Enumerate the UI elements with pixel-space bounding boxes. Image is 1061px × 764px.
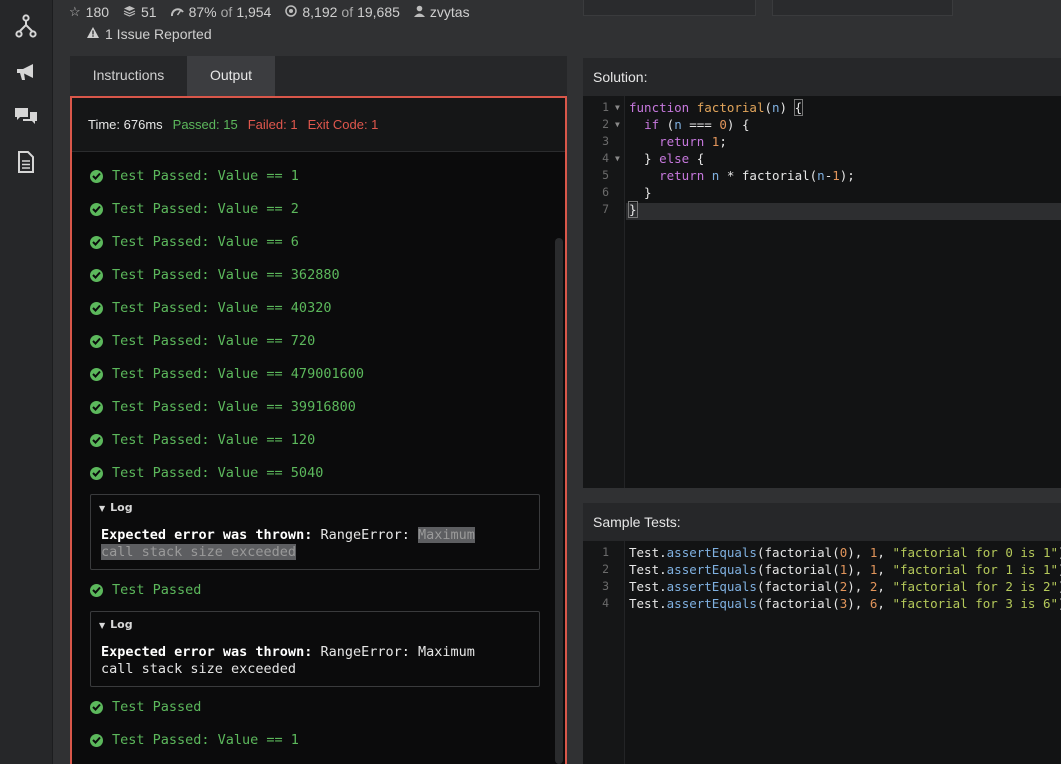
line-number: 2 <box>602 117 609 131</box>
layers-icon <box>123 5 136 20</box>
code-line: Test.assertEquals(factorial(0), 1, "fact… <box>629 545 1061 560</box>
log-message: Expected error was thrown: RangeError: M… <box>101 644 475 677</box>
check-circle-icon <box>90 733 103 747</box>
star-icon: ☆ <box>69 4 81 19</box>
top-panel-box <box>583 0 756 16</box>
log-block: ▼ Log Expected error was thrown: RangeErr… <box>90 494 540 570</box>
check-circle-icon <box>90 169 103 183</box>
line-number: 3 <box>602 134 609 148</box>
code-line: } <box>629 185 652 200</box>
code-line: return 1; <box>659 134 727 149</box>
test-result: Test Passed: Value == 1 <box>90 730 299 750</box>
line-number: 1 <box>602 545 609 559</box>
fold-arrow-icon[interactable]: ▼ <box>615 103 620 112</box>
document-icon[interactable] <box>14 150 38 174</box>
code-line: return n * factorial(n-1); <box>659 168 855 183</box>
line-number: 7 <box>602 202 609 216</box>
test-result: Test Passed: Value == 5040 <box>90 463 323 483</box>
line-number: 1 <box>602 100 609 114</box>
line-number: 5 <box>602 168 609 182</box>
check-circle-icon <box>90 400 103 414</box>
sample-tests-editor[interactable]: 1 2 3 4 Test.assertEquals(factorial(0), … <box>583 541 1061 764</box>
stars-stat[interactable]: ☆ 180 <box>69 4 109 20</box>
tab-instructions[interactable]: Instructions <box>70 56 187 96</box>
code-line: function factorial(n) { <box>629 99 804 116</box>
check-circle-icon <box>90 433 103 447</box>
caret-down-icon: ▼ <box>99 621 106 630</box>
check-circle-icon <box>90 466 103 480</box>
test-result: Test Passed: Value == 362880 <box>90 265 340 285</box>
top-panel-box <box>772 0 953 16</box>
solution-header: Solution: <box>583 58 1061 96</box>
test-result: Test Passed <box>90 697 201 717</box>
test-result: Test Passed <box>90 580 201 600</box>
output-tabs: Instructions Output <box>70 56 567 96</box>
failed-count: Failed: 1 <box>247 117 298 132</box>
exit-code: Exit Code: 1 <box>307 117 379 132</box>
output-summary: Time: 676ms Passed: 15 Failed: 1 Exit Co… <box>72 98 565 152</box>
check-circle-icon <box>90 367 103 381</box>
sample-tests-header: Sample Tests: <box>583 503 1061 541</box>
test-result: Test Passed: Value == 120 <box>90 430 315 450</box>
log-block: ▼ Log Expected error was thrown: RangeErr… <box>90 611 540 687</box>
code-line: Test.assertEquals(factorial(2), 2, "fact… <box>629 579 1061 594</box>
code-line: if (n === 0) { <box>644 117 750 132</box>
code-line: } <box>628 201 638 218</box>
fold-arrow-icon[interactable]: ▼ <box>615 120 620 129</box>
line-number: 2 <box>602 562 609 576</box>
line-number: 6 <box>602 185 609 199</box>
line-number: 4 <box>602 596 609 610</box>
passed-count: Passed: 15 <box>172 117 238 132</box>
test-result: Test Passed: Value == 40320 <box>90 298 331 318</box>
test-result: Test Passed: Value == 1 <box>90 166 299 186</box>
line-number: 3 <box>602 579 609 593</box>
test-result: Test Passed: Value == 6 <box>90 232 299 252</box>
check-circle-icon <box>90 700 103 714</box>
satisfaction-icon <box>170 5 184 20</box>
tab-output[interactable]: Output <box>187 56 275 96</box>
check-circle-icon <box>90 268 103 282</box>
test-result: Test Passed: Value == 720 <box>90 331 315 351</box>
check-circle-icon <box>90 301 103 315</box>
log-message: Expected error was thrown: RangeError: M… <box>101 527 475 560</box>
kata-stats-bar: ☆ 180 51 87% of 1,954 8,192 of 19,685 zv… <box>53 0 573 56</box>
kata-fork-icon[interactable] <box>14 14 38 38</box>
completed-stat: 8,192 of 19,685 <box>285 4 400 20</box>
satisfaction-stat: 87% of 1,954 <box>170 4 271 20</box>
check-circle-icon <box>90 202 103 216</box>
check-circle-icon <box>90 235 103 249</box>
code-line: Test.assertEquals(factorial(1), 1, "fact… <box>629 562 1061 577</box>
caret-down-icon: ▼ <box>99 504 106 513</box>
test-result: Test Passed: Value == 479001600 <box>90 364 364 384</box>
issues-reported-link[interactable]: 1 Issue Reported <box>87 26 212 42</box>
target-icon <box>285 4 298 20</box>
log-toggle[interactable]: ▼ Log <box>99 501 133 514</box>
active-line <box>626 203 1061 220</box>
megaphone-icon[interactable] <box>14 60 38 84</box>
check-circle-icon <box>90 334 103 348</box>
output-scrollbar[interactable] <box>555 238 563 764</box>
test-result: Test Passed: Value == 2 <box>90 199 299 219</box>
sidebar-rail <box>0 0 53 764</box>
author-link[interactable]: zvytas <box>413 4 470 20</box>
fold-arrow-icon[interactable]: ▼ <box>615 154 620 163</box>
log-toggle[interactable]: ▼ Log <box>99 618 133 631</box>
warning-icon <box>87 27 99 41</box>
line-number: 4 <box>602 151 609 165</box>
chat-icon[interactable] <box>14 104 38 128</box>
run-time: Time: 676ms <box>88 117 163 132</box>
output-panel: Time: 676ms Passed: 15 Failed: 1 Exit Co… <box>70 96 567 764</box>
code-line: Test.assertEquals(factorial(3), 6, "fact… <box>629 596 1061 611</box>
check-circle-icon <box>90 583 103 597</box>
code-line: } else { <box>629 151 705 166</box>
collections-stat[interactable]: 51 <box>123 4 157 20</box>
test-result: Test Passed: Value == 39916800 <box>90 397 356 417</box>
solution-editor[interactable]: 1 2 3 4 5 6 7 ▼ ▼ ▼ function factorial(n… <box>583 96 1061 488</box>
user-icon <box>413 5 425 20</box>
